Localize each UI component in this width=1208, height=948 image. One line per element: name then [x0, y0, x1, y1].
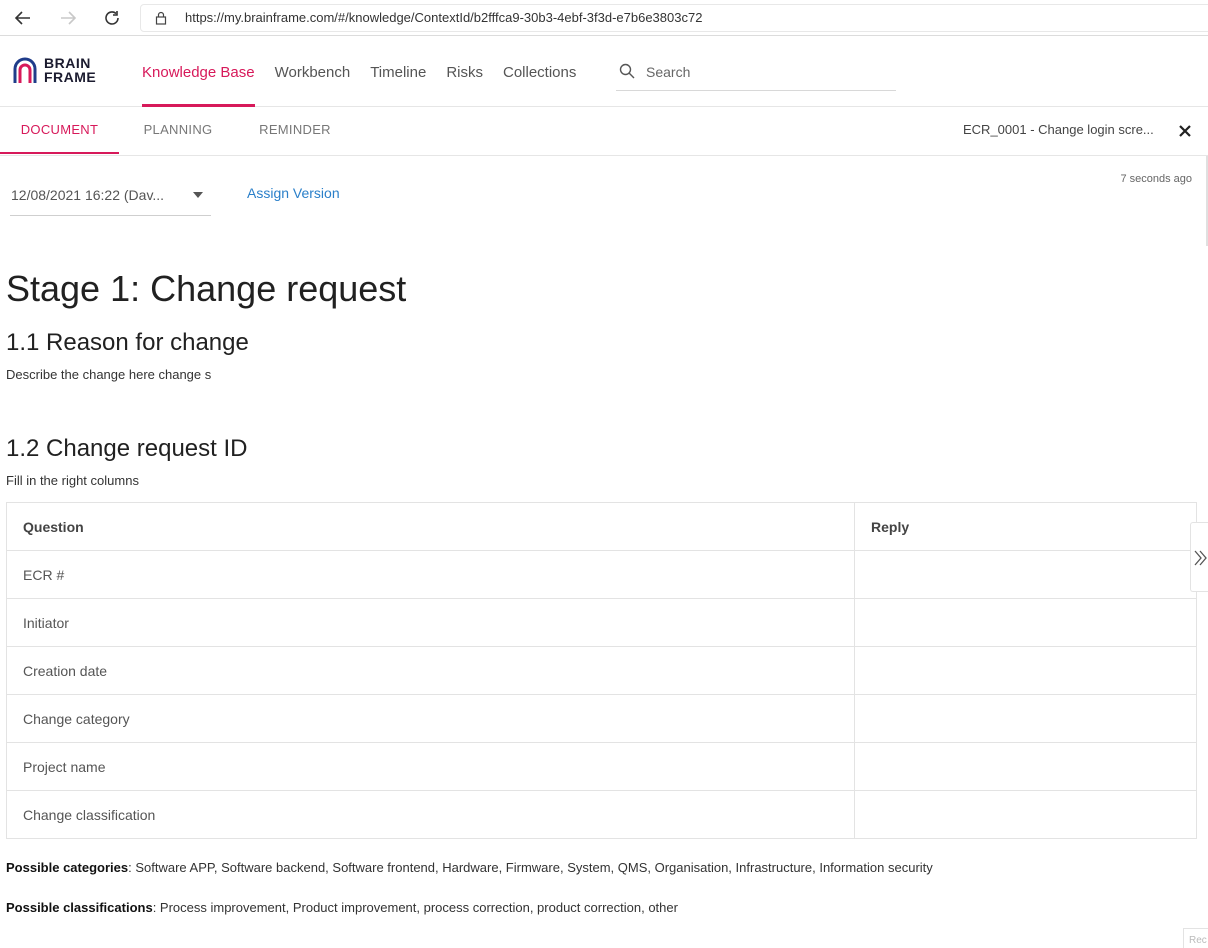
change-request-table: Question Reply ECR # Initiator Creation …	[6, 502, 1197, 839]
nav-collections[interactable]: Collections	[493, 37, 586, 107]
refresh-icon[interactable]	[100, 6, 124, 30]
brainframe-logo[interactable]: BRAIN FRAME	[10, 55, 114, 89]
question-cell: Creation date	[6, 646, 855, 695]
document-heading: Stage 1: Change request	[6, 268, 407, 309]
table-row: Change category	[6, 694, 1197, 743]
tab-reminder[interactable]: REMINDER	[250, 107, 340, 152]
reply-cell[interactable]	[854, 742, 1197, 791]
nav-knowledge-base[interactable]: Knowledge Base	[132, 37, 265, 107]
search-input[interactable]	[646, 61, 886, 83]
logo-word-bottom: FRAME	[44, 69, 97, 85]
question-cell: Project name	[6, 742, 855, 791]
search-icon[interactable]	[619, 63, 635, 84]
question-cell: Change classification	[6, 790, 855, 839]
reply-cell[interactable]	[854, 694, 1197, 743]
section-1-1-heading: 1.1 Reason for change	[6, 329, 249, 356]
categories-label: Possible categories	[6, 860, 129, 875]
last-saved-timestamp: 7 seconds ago	[1120, 173, 1192, 185]
lock-icon	[155, 11, 167, 30]
document-tabs-bar: DOCUMENT PLANNING REMINDER ECR_0001 - Ch…	[0, 107, 1208, 156]
question-cell: Change category	[6, 694, 855, 743]
nav-workbench[interactable]: Workbench	[265, 37, 361, 107]
table-header-row: Question Reply	[6, 502, 1197, 551]
section-1-2-text: Fill in the right columns	[6, 473, 139, 488]
tab-document[interactable]: DOCUMENT	[0, 107, 119, 154]
assign-version-link[interactable]: Assign Version	[247, 185, 340, 201]
table-row: Creation date	[6, 646, 1197, 695]
main-nav: Knowledge Base Workbench Timeline Risks …	[132, 37, 586, 107]
logo-word-top: BRAIN	[44, 55, 91, 71]
table-row: Change classification	[6, 790, 1197, 839]
address-bar[interactable]: https://my.brainframe.com/#/knowledge/Co…	[140, 4, 1208, 32]
reply-cell[interactable]	[854, 598, 1197, 647]
column-header-reply: Reply	[854, 502, 1197, 551]
table-row: Project name	[6, 742, 1197, 791]
question-cell: Initiator	[6, 598, 855, 647]
brain-logo-icon	[13, 57, 37, 83]
double-chevron-right-icon	[1194, 550, 1207, 566]
version-value: 12/08/2021 16:22 (Dav...	[11, 187, 165, 203]
nav-timeline[interactable]: Timeline	[360, 37, 436, 107]
reply-cell[interactable]	[854, 550, 1197, 599]
back-icon[interactable]	[11, 6, 35, 30]
search-box	[616, 55, 896, 91]
reply-cell[interactable]	[854, 646, 1197, 695]
classifications-label: Possible classifications	[6, 900, 153, 915]
url-text: https://my.brainframe.com/#/knowledge/Co…	[185, 10, 703, 25]
close-icon[interactable]	[1176, 122, 1194, 140]
reply-cell[interactable]	[854, 790, 1197, 839]
column-header-question: Question	[6, 502, 855, 551]
possible-classifications-note: Possible classifications: Process improv…	[6, 900, 678, 915]
browser-toolbar: https://my.brainframe.com/#/knowledge/Co…	[0, 0, 1208, 36]
table-row: ECR #	[6, 550, 1197, 599]
section-1-1-text[interactable]: Describe the change here change s	[6, 367, 211, 382]
recent-panel-tab[interactable]: Rec	[1183, 928, 1208, 948]
classifications-text: : Process improvement, Product improveme…	[152, 900, 678, 915]
version-select[interactable]: 12/08/2021 16:22 (Dav...	[10, 178, 211, 216]
forward-icon[interactable]	[56, 6, 80, 30]
tab-planning[interactable]: PLANNING	[130, 107, 226, 152]
section-1-2-heading: 1.2 Change request ID	[6, 435, 248, 462]
expand-panel-button[interactable]	[1190, 522, 1208, 592]
chevron-down-icon	[193, 192, 203, 198]
document-title: ECR_0001 - Change login scre...	[963, 122, 1154, 137]
nav-risks[interactable]: Risks	[436, 37, 493, 107]
table-row: Initiator	[6, 598, 1197, 647]
question-cell: ECR #	[6, 550, 855, 599]
categories-text: : Software APP, Software backend, Softwa…	[128, 860, 933, 875]
possible-categories-note: Possible categories: Software APP, Softw…	[6, 860, 933, 875]
app-header: BRAIN FRAME Knowledge Base Workbench Tim…	[0, 37, 1208, 107]
